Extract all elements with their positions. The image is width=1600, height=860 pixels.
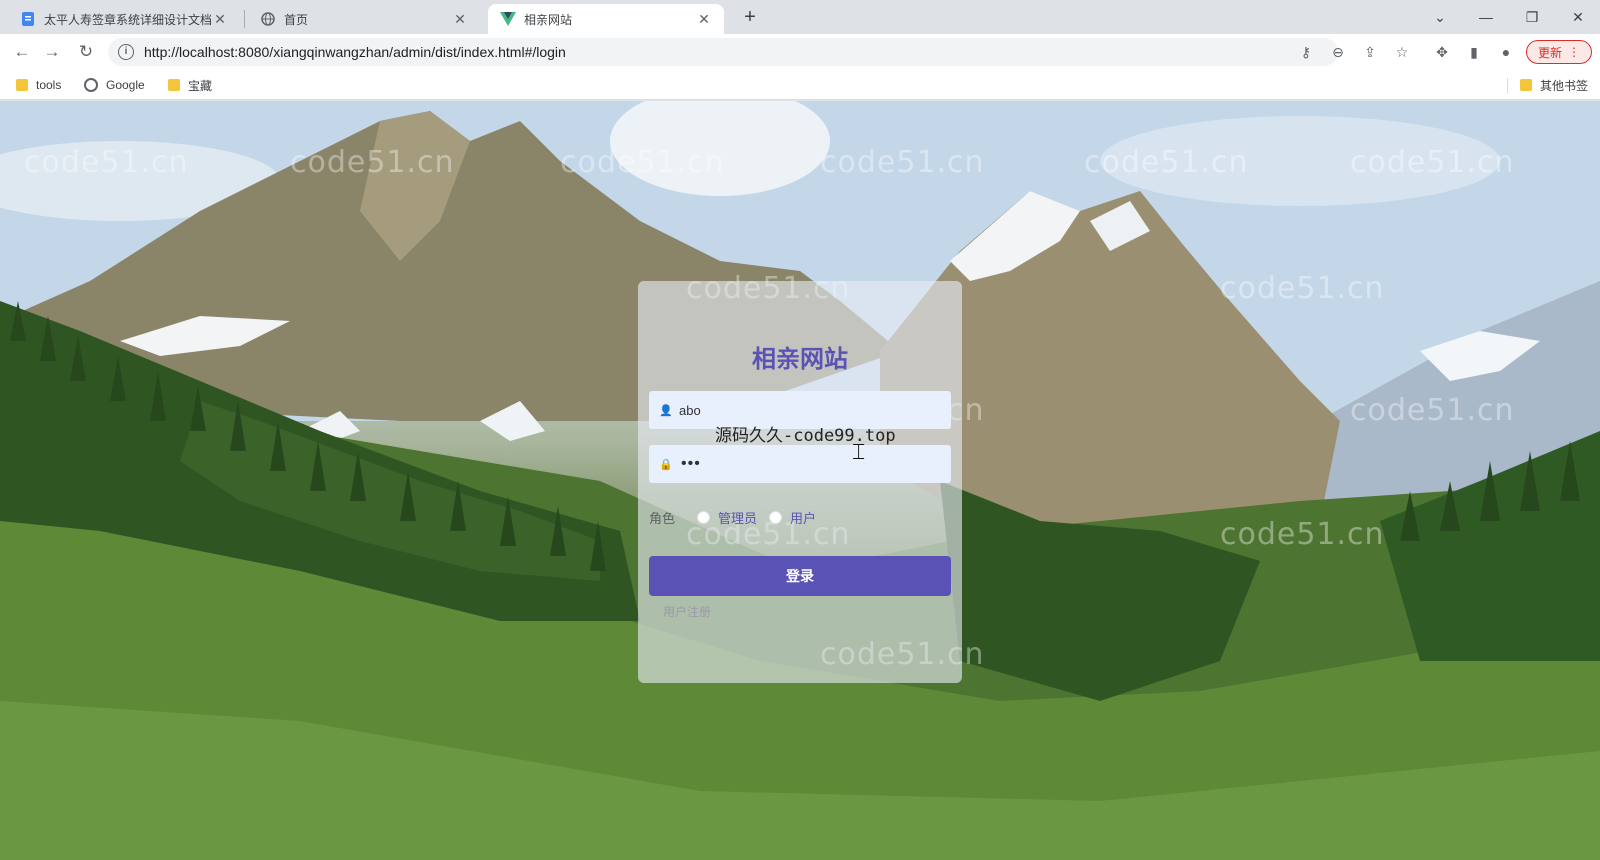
site-info-icon[interactable]: i — [118, 44, 134, 60]
username-value[interactable]: abo — [679, 403, 701, 418]
key-icon[interactable]: ⚷ — [1296, 42, 1316, 62]
role-selector: 角色 管理员 用户 — [649, 507, 828, 527]
role-radio-user[interactable] — [769, 510, 783, 524]
role-radio-admin[interactable] — [697, 510, 711, 524]
page-viewport: code51.cn code51.cn code51.cn code51.cn … — [0, 101, 1600, 860]
tab-close-icon[interactable]: ✕ — [452, 11, 468, 27]
folder-icon — [16, 79, 28, 91]
password-value[interactable]: ••• — [681, 456, 701, 472]
tab-docs[interactable]: 太平人寿签章系统详细设计文档 ✕ — [8, 4, 240, 34]
tab-home[interactable]: 首页 ✕ — [248, 4, 480, 34]
globe-icon — [260, 11, 276, 27]
browser-tab-bar: 太平人寿签章系统详细设计文档 ✕ 首页 ✕ 相亲网站 ✕ + ⌄ — ❐ ✕ — [0, 0, 1600, 34]
password-field[interactable]: 🔒 ••• — [649, 445, 951, 483]
overlay-watermark-text: 源码久久-code99.top — [715, 426, 896, 446]
url-text[interactable]: http://localhost:8080/xiangqinwangzhan/a… — [144, 44, 566, 60]
tab-search-icon[interactable]: ⌄ — [1420, 4, 1460, 30]
docs-icon — [20, 11, 36, 27]
lock-icon: 🔒 — [659, 458, 673, 471]
menu-dots-icon: ⋮ — [1568, 45, 1580, 59]
text-cursor-icon: ⌶ — [852, 440, 866, 465]
tab-divider — [244, 10, 245, 28]
tab-label: 相亲网站 — [524, 12, 573, 27]
minimize-button[interactable]: — — [1466, 4, 1506, 30]
reload-icon[interactable]: ↻ — [74, 40, 98, 64]
bookmark-star-icon[interactable]: ☆ — [1392, 42, 1412, 62]
bookmark-tools[interactable]: tools — [16, 76, 61, 94]
side-panel-icon[interactable]: ▮ — [1464, 42, 1484, 62]
bookmark-label: Google — [106, 78, 145, 92]
user-icon: 👤 — [659, 404, 673, 417]
login-card: 相亲网站 👤 abo 🔒 ••• 角色 管理员 用户 登录 用户注册 — [638, 281, 962, 683]
bookmark-other[interactable]: 其他书签 — [1520, 76, 1588, 94]
bookmark-label: tools — [36, 78, 62, 92]
bookmark-label: 宝藏 — [188, 78, 213, 93]
bookmarks-divider — [1507, 78, 1508, 94]
share-icon[interactable]: ⇪ — [1360, 42, 1380, 62]
register-link[interactable]: 用户注册 — [663, 603, 711, 620]
tab-label: 太平人寿签章系统详细设计文档 — [44, 12, 212, 27]
tab-dating-site[interactable]: 相亲网站 ✕ — [488, 4, 724, 34]
role-label: 角色 — [649, 510, 676, 526]
tab-close-icon[interactable]: ✕ — [696, 11, 712, 27]
bookmarks-bar: tools Google 宝藏 其他书签 — [0, 70, 1600, 100]
tab-label: 首页 — [284, 12, 309, 27]
bookmark-treasure[interactable]: 宝藏 — [168, 76, 212, 94]
role-option-admin[interactable]: 管理员 — [718, 508, 757, 527]
globe-icon — [84, 78, 98, 92]
bookmark-google[interactable]: Google — [84, 76, 145, 94]
update-button[interactable]: 更新 ⋮ — [1526, 40, 1592, 64]
login-title: 相亲网站 — [752, 346, 848, 373]
profile-icon[interactable]: ● — [1496, 42, 1516, 62]
login-button[interactable]: 登录 — [649, 556, 951, 596]
vue-logo-icon — [500, 11, 516, 27]
forward-icon[interactable]: → — [40, 40, 64, 64]
extensions-icon[interactable]: ✥ — [1432, 42, 1452, 62]
browser-toolbar: ← → ↻ i http://localhost:8080/xiangqinwa… — [0, 34, 1600, 70]
folder-icon — [168, 79, 180, 91]
tab-close-icon[interactable]: ✕ — [212, 11, 228, 27]
address-bar[interactable]: i http://localhost:8080/xiangqinwangzhan… — [108, 38, 1338, 66]
close-window-button[interactable]: ✕ — [1558, 4, 1598, 30]
back-icon[interactable]: ← — [10, 40, 34, 64]
role-option-user[interactable]: 用户 — [790, 508, 816, 527]
new-tab-button[interactable]: + — [738, 6, 762, 30]
zoom-icon[interactable]: ⊖ — [1328, 42, 1348, 62]
restore-button[interactable]: ❐ — [1512, 4, 1552, 30]
folder-icon — [1520, 79, 1532, 91]
bookmark-label: 其他书签 — [1540, 78, 1589, 93]
update-label: 更新 — [1537, 45, 1562, 60]
